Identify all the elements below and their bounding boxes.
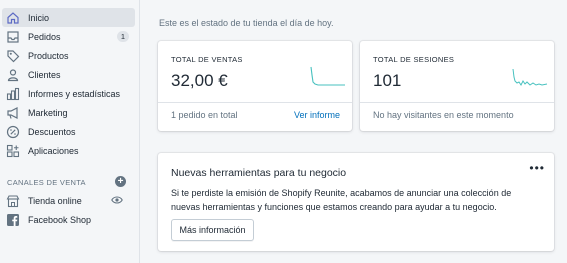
divider [158, 102, 352, 103]
orders-icon [6, 30, 20, 44]
megaphone-icon [6, 106, 20, 120]
sidebar-item-clientes[interactable]: Clientes [2, 65, 135, 84]
main-content: Este es el estado de tu tienda el día de… [141, 0, 567, 263]
home-icon [6, 11, 20, 25]
sidebar-item-pedidos[interactable]: Pedidos 1 [2, 27, 135, 46]
apps-icon [6, 144, 20, 158]
divider [360, 102, 554, 103]
sessions-card-footer: No hay visitantes en este momento [373, 110, 514, 120]
sessions-card: TOTAL DE SESIONES 101 No hay visitantes … [360, 41, 554, 131]
news-card: Nuevas herramientas para tu negocio ••• … [158, 153, 554, 251]
plus-icon: + [117, 175, 124, 187]
sidebar-item-label: Aplicaciones [28, 145, 79, 156]
news-card-title: Nuevas herramientas para tu negocio [171, 167, 347, 179]
sessions-sparkline [512, 68, 548, 86]
person-icon [6, 68, 20, 82]
sales-sparkline [310, 66, 345, 86]
store-icon [6, 194, 20, 208]
add-channel-button[interactable]: + [115, 176, 126, 187]
sidebar-item-label: Clientes [28, 69, 61, 80]
orders-count-badge: 1 [116, 31, 129, 42]
sidebar-item-facebook-shop[interactable]: Facebook Shop [2, 210, 135, 229]
bar-chart-icon [6, 87, 20, 101]
news-card-body: Si te perdiste la emisión de Shopify Reu… [171, 188, 512, 212]
discount-icon [6, 125, 20, 139]
sidebar-item-inicio[interactable]: Inicio [2, 8, 135, 27]
sessions-card-title: TOTAL DE SESIONES [373, 55, 455, 64]
tag-icon [6, 49, 20, 63]
sales-card-value: 32,00 € [171, 71, 228, 90]
sidebar-item-label: Productos [28, 50, 69, 61]
sales-card-title: TOTAL DE VENTAS [171, 55, 243, 64]
sidebar: Inicio Pedidos 1 Productos Clientes Info… [0, 0, 140, 263]
view-report-link[interactable]: Ver informe [294, 110, 340, 120]
sidebar-item-label: Pedidos [28, 31, 61, 42]
sidebar-item-label: Facebook Shop [28, 214, 92, 225]
sidebar-item-label: Tienda online [28, 195, 82, 206]
sidebar-item-aplicaciones[interactable]: Aplicaciones [2, 141, 135, 160]
eye-icon[interactable] [111, 195, 123, 205]
sessions-card-value: 101 [373, 71, 402, 90]
sales-card: TOTAL DE VENTAS 32,00 € 1 pedido en tota… [158, 41, 352, 131]
sales-card-footer: 1 pedido en total [171, 110, 238, 120]
sidebar-item-marketing[interactable]: Marketing [2, 103, 135, 122]
sidebar-item-label: Descuentos [28, 126, 76, 137]
more-actions-icon[interactable]: ••• [529, 161, 545, 175]
sidebar-item-label: Informes y estadísticas [28, 88, 121, 99]
sidebar-item-informes[interactable]: Informes y estadísticas [2, 84, 135, 103]
page-intro: Este es el estado de tu tienda el día de… [159, 18, 334, 28]
sidebar-item-productos[interactable]: Productos [2, 46, 135, 65]
more-info-button[interactable]: Más información [171, 219, 254, 241]
sidebar-item-tienda-online[interactable]: Tienda online [2, 191, 135, 210]
sales-channels-heading: CANALES DE VENTA [7, 178, 86, 187]
sidebar-item-descuentos[interactable]: Descuentos [2, 122, 135, 141]
facebook-icon [6, 213, 20, 227]
sidebar-item-label: Marketing [28, 107, 68, 118]
sidebar-item-label: Inicio [28, 12, 50, 23]
